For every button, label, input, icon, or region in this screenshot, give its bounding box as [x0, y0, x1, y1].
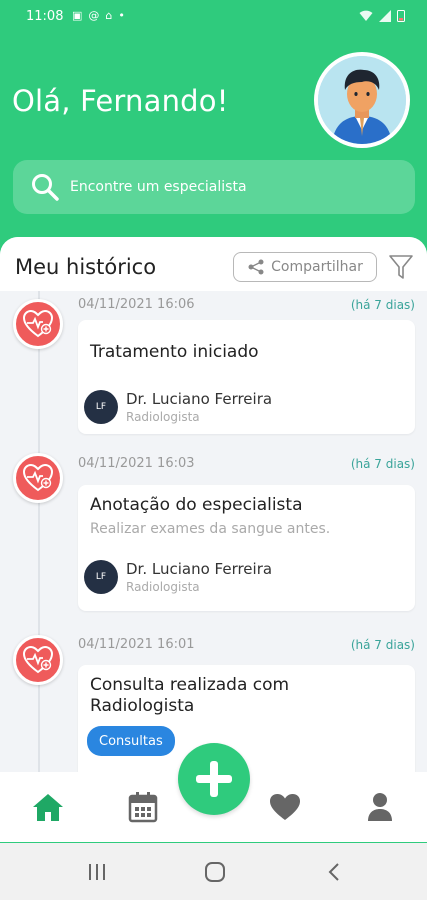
doctor-avatar: LF [84, 560, 118, 594]
share-label: Compartilhar [271, 259, 363, 275]
notification-icons: ▣ @ ⌂ • [72, 9, 125, 22]
nav-home[interactable] [31, 790, 65, 824]
entry-card[interactable]: Tratamento iniciado LF Dr. Luciano Ferre… [78, 320, 415, 434]
doctor-info: LF Dr. Luciano Ferreira Radiologista [84, 560, 272, 594]
signal-icon [379, 9, 391, 25]
doctor-info: LF Dr. Luciano Ferreira Radiologista [84, 390, 272, 424]
entry-date: 04/11/2021 16:03 [78, 456, 195, 471]
search-input[interactable]: Encontre um especialista [13, 160, 415, 214]
nav-favorites[interactable] [268, 790, 302, 824]
entry-card[interactable]: Anotação do especialista Realizar exames… [78, 485, 415, 611]
history-panel: Meu histórico Compartilhar 04/11/2021 16… [0, 237, 427, 777]
doctor-name: Dr. Luciano Ferreira [126, 390, 273, 408]
doctor-role: Radiologista [126, 580, 200, 594]
add-icon [196, 761, 232, 797]
battery-icon [397, 9, 405, 25]
entry-date: 04/11/2021 16:06 [78, 297, 195, 312]
greeting: Olá, Fernando! [12, 84, 229, 118]
avatar-image [318, 56, 406, 144]
doctor-name: Dr. Luciano Ferreira [126, 560, 273, 578]
history-title: Meu histórico [15, 255, 157, 279]
status-time: 11:08 [26, 9, 64, 24]
heart-icon [270, 794, 300, 820]
at-icon: @ [88, 9, 100, 22]
home-button-icon[interactable] [203, 861, 227, 883]
search-placeholder: Encontre um especialista [70, 179, 247, 195]
entry-note: Realizar exames da sangue antes. [90, 521, 331, 537]
system-navigation [0, 843, 427, 900]
category-tag[interactable]: Consultas [87, 726, 175, 756]
heart-pulse-icon [13, 453, 63, 503]
entry-relative-time: (há 7 dias) [350, 457, 415, 471]
back-icon[interactable] [322, 861, 346, 883]
entry-card[interactable]: Consulta realizada com Radiologista Cons… [78, 665, 415, 777]
add-button[interactable] [178, 743, 250, 815]
app-icon: ⌂ [105, 9, 113, 22]
search-icon [32, 174, 59, 201]
filter-icon[interactable] [388, 253, 414, 281]
system-icons [359, 9, 405, 25]
doctor-avatar: LF [84, 390, 118, 424]
heart-pulse-icon [13, 299, 63, 349]
recent-apps-icon[interactable] [85, 861, 109, 883]
entry-relative-time: (há 7 dias) [350, 638, 415, 652]
entry-relative-time: (há 7 dias) [350, 298, 415, 312]
nav-profile[interactable] [363, 790, 397, 824]
user-icon [368, 793, 392, 821]
entry-title: Anotação do especialista [90, 495, 303, 515]
history-header: Meu histórico Compartilhar [0, 237, 427, 291]
nav-calendar[interactable] [126, 790, 160, 824]
share-icon [248, 259, 264, 275]
entry-date: 04/11/2021 16:01 [78, 637, 195, 652]
entry-title: Consulta realizada com Radiologista [90, 675, 290, 716]
entry-title: Tratamento iniciado [90, 342, 259, 362]
doctor-role: Radiologista [126, 410, 200, 424]
home-icon [33, 794, 63, 821]
status-bar: 11:08 ▣ @ ⌂ • [0, 0, 427, 36]
calendar-icon [128, 792, 158, 823]
image-icon: ▣ [72, 9, 83, 22]
timeline-line [38, 291, 40, 777]
heart-pulse-icon [13, 635, 63, 685]
share-button[interactable]: Compartilhar [233, 252, 377, 282]
dot-icon: • [118, 9, 125, 22]
wifi-icon [359, 10, 373, 25]
avatar[interactable] [314, 52, 410, 148]
